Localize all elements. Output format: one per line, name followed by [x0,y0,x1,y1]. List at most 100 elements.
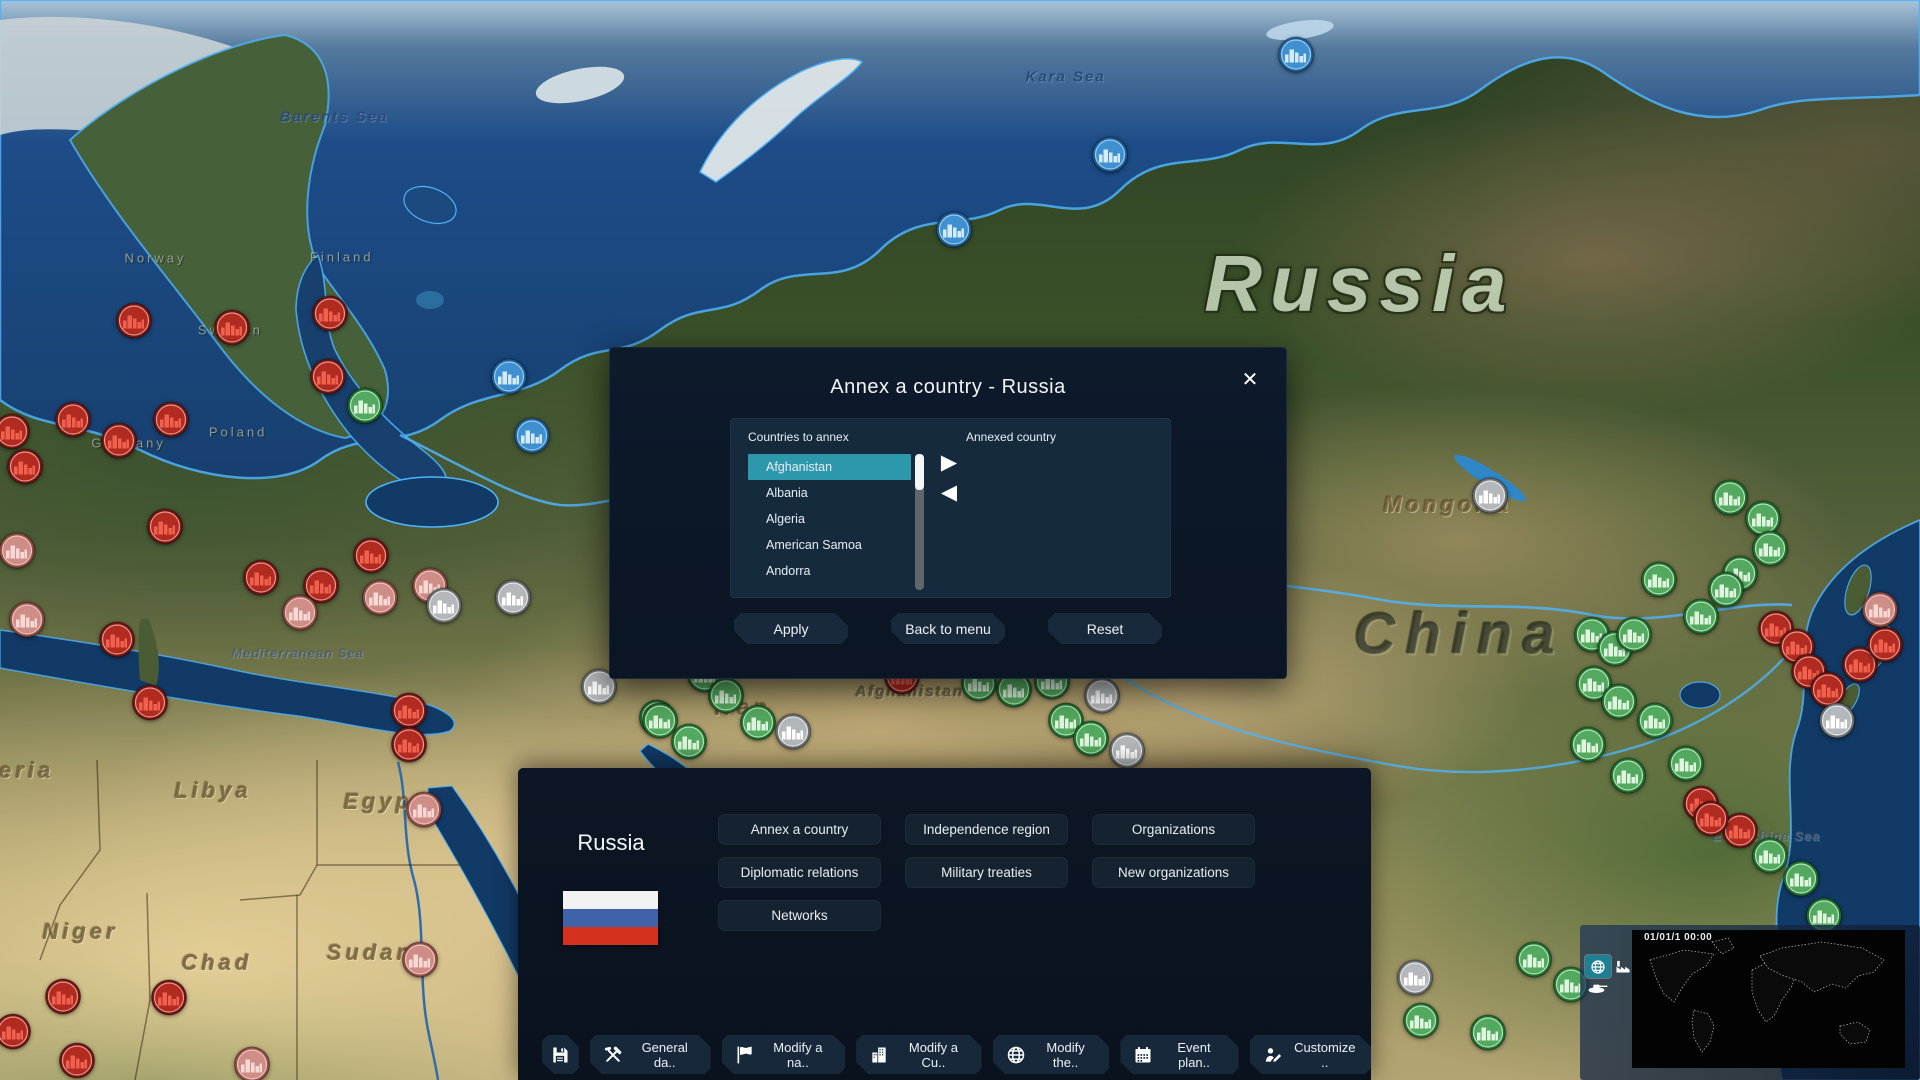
city-icon-g[interactable] [1600,683,1638,726]
save-button[interactable] [542,1035,579,1074]
factory-icon [1614,958,1632,974]
toolbar-button-modify-a-na-[interactable]: Modify a na.. [722,1035,846,1074]
city-icon-pk[interactable] [1861,591,1899,634]
city-icon-g[interactable] [1615,616,1653,659]
city-icon-g[interactable] [1609,756,1647,799]
toolbar-button-modify-a-cu-[interactable]: Modify a Cu.. [856,1035,982,1074]
city-icon-g[interactable] [1569,726,1607,769]
city-icon-b[interactable] [1277,36,1315,79]
city-icon-g[interactable] [1072,719,1110,762]
panel-button-organizations[interactable]: Organizations [1092,814,1255,845]
minimap: 01/01/1 00:00 [1580,925,1920,1080]
country-list-scrollbar[interactable] [915,454,924,590]
panel-button-diplomatic-relations[interactable]: Diplomatic relations [718,857,881,888]
toolbar-button-customize-[interactable]: Customize .. [1250,1035,1371,1074]
panel-button-independence-region[interactable]: Independence region [905,814,1068,845]
annexed-country-label: Annexed country [966,430,1057,444]
city-icon-g[interactable] [1707,570,1745,613]
city-icon-b[interactable] [935,211,973,254]
city-icon-r[interactable] [390,726,428,769]
toolbar-button-label: Modify a Cu.. [908,1039,958,1070]
city-icon-r[interactable] [152,401,190,444]
city-icon-w[interactable] [494,579,532,622]
city-icon-r[interactable] [150,979,188,1022]
flag-icon [735,1045,755,1065]
city-icon-pk[interactable] [405,791,443,834]
reset-button[interactable]: Reset [1048,613,1162,644]
city-icon-g[interactable] [1402,1001,1440,1044]
city-icon-w[interactable] [1083,676,1121,719]
panel-button-new-organizations[interactable]: New organizations [1092,857,1255,888]
country-list-item[interactable]: Afghanistan [748,454,911,480]
toolbar-button-general-da-[interactable]: General da.. [590,1035,711,1074]
country-list-item[interactable]: Albania [748,480,911,506]
panel-button-military-treaties[interactable]: Military treaties [905,857,1068,888]
city-icon-r[interactable] [352,537,390,580]
city-icon-w[interactable] [1818,701,1856,744]
country-list-item[interactable]: Andorra [748,558,911,584]
country-list-item[interactable]: American Samoa [748,532,911,558]
minimap-world[interactable] [1632,930,1905,1068]
city-icon-w[interactable] [1396,958,1434,1001]
city-icon-w[interactable] [425,587,463,630]
close-icon[interactable]: ✕ [1236,366,1264,394]
city-icon-r[interactable] [115,301,153,344]
minimap-factory-button[interactable] [1613,957,1633,975]
minimap-tank-button[interactable] [1587,980,1609,994]
toolbar-button-event-plan-[interactable]: Event plan.. [1120,1035,1238,1074]
calendar-icon [1133,1045,1153,1065]
city-icon-r[interactable] [44,978,82,1021]
city-icon-w[interactable] [1471,476,1509,519]
minimap-globe-button[interactable] [1585,955,1611,978]
city-icon-g[interactable] [1636,701,1674,744]
city-icon-r[interactable] [98,620,136,663]
country-list-item[interactable]: Algeria [748,506,911,532]
city-icon-r[interactable] [0,1012,32,1055]
city-icon-r[interactable] [309,358,347,401]
scrollbar-thumb[interactable] [915,454,924,490]
dialog-title: Annex a country - Russia [830,376,1066,398]
city-icon-r[interactable] [58,1041,96,1080]
city-icon-b[interactable] [513,417,551,460]
city-icon-g[interactable] [346,387,384,430]
flag-stripe [563,909,658,927]
panel-button-annex-a-country[interactable]: Annex a country [718,814,881,845]
transfer-left-icon[interactable]: ◀ [934,480,964,506]
city-icon-w[interactable] [774,713,812,756]
toolbar-button-modify-the-[interactable]: Modify the.. [993,1035,1110,1074]
city-icon-r[interactable] [1692,799,1730,842]
city-icon-r[interactable] [311,295,349,338]
city-icon-pk[interactable] [401,941,439,984]
panel-button-networks[interactable]: Networks [718,900,881,931]
customize-icon [1263,1045,1283,1065]
toolbar-button-label: Customize .. [1294,1039,1356,1070]
apply-button[interactable]: Apply [734,613,848,644]
toolbar-button-label: Event plan.. [1177,1039,1211,1070]
city-icon-r[interactable] [6,447,44,490]
city-icon-b[interactable] [1091,135,1129,178]
city-icon-pk[interactable] [0,531,36,574]
city-icon-pk[interactable] [361,579,399,622]
city-icon-r[interactable] [242,558,280,601]
tank-icon [1587,980,1609,994]
city-icon-r[interactable] [100,421,138,464]
city-icon-g[interactable] [670,723,708,766]
city-icon-g[interactable] [1667,744,1705,787]
city-icon-b[interactable] [490,358,528,401]
minimap-continents [1632,930,1905,1068]
city-icon-g[interactable] [739,703,777,746]
globe-icon [1590,959,1606,975]
city-icon-pk[interactable] [8,601,46,644]
city-icon-g[interactable] [1469,1013,1507,1056]
city-icon-g[interactable] [1640,561,1678,604]
city-icon-r[interactable] [131,684,169,727]
city-icon-r[interactable] [54,401,92,444]
city-icon-pk[interactable] [281,593,319,636]
city-icon-r[interactable] [213,309,251,352]
back-to-menu-button[interactable]: Back to menu [891,613,1005,644]
city-icon-pk[interactable] [233,1046,271,1080]
city-icon-r[interactable] [146,508,184,551]
city-icon-g[interactable] [1515,941,1553,984]
countries-to-annex-label: Countries to annex [748,430,849,444]
transfer-right-icon[interactable]: ▶ [934,450,964,476]
